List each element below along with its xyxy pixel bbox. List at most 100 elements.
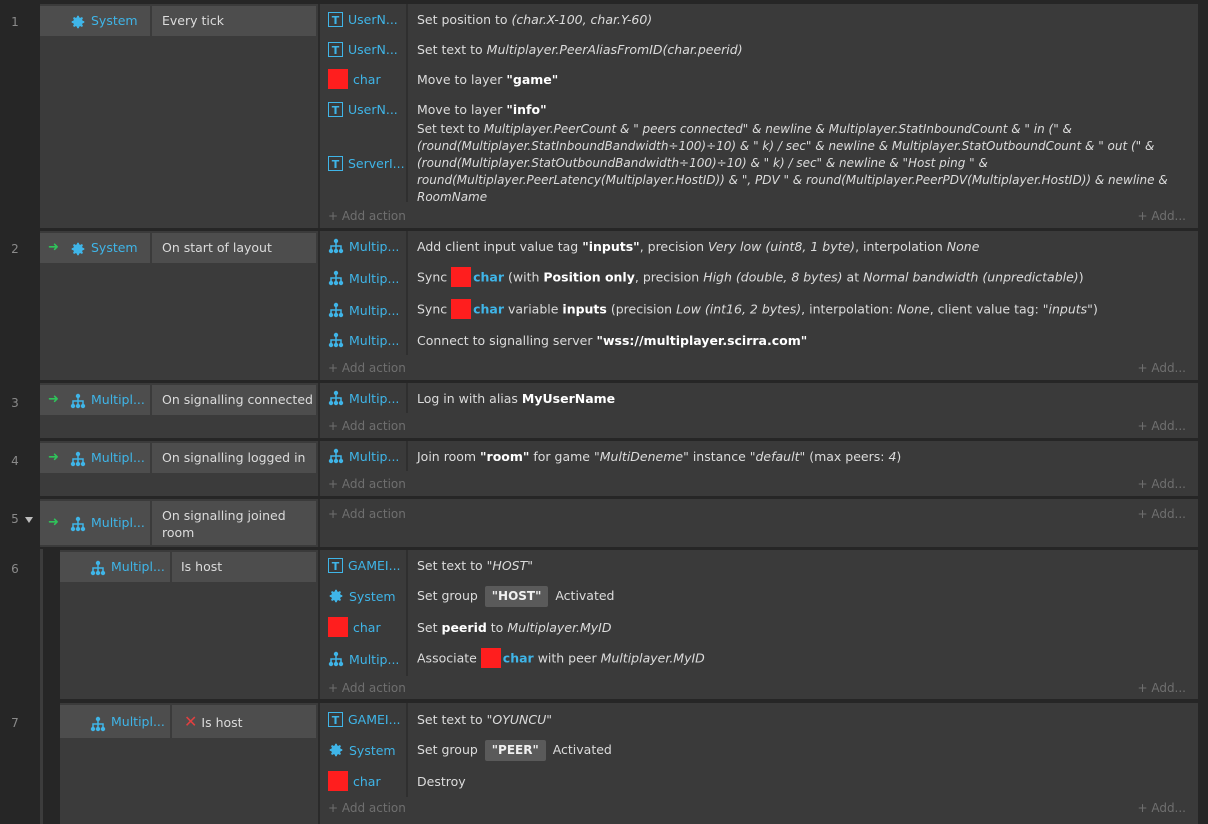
action-text: Sync char (with Position only, precision… bbox=[417, 261, 1188, 295]
action-row[interactable]: Multip... Sync char (with Position only,… bbox=[320, 261, 1198, 295]
gear-icon bbox=[328, 742, 344, 759]
action-object: T ServerI... bbox=[328, 124, 406, 202]
condition-object: Multipl... bbox=[70, 385, 150, 415]
network-icon bbox=[328, 448, 344, 465]
condition-text: On signalling logged in bbox=[162, 450, 306, 465]
add-more-button[interactable]: + Add... bbox=[1137, 361, 1186, 375]
condition-row[interactable]: Multipl... ✕ Is host bbox=[60, 705, 316, 738]
condition-text-line: On signalling joined bbox=[162, 508, 286, 523]
row-number: 6 bbox=[11, 562, 19, 576]
event-block-3[interactable]: ➜ Multipl... On signalling connected Mul… bbox=[40, 383, 1198, 438]
collapse-toggle-icon[interactable] bbox=[25, 517, 33, 523]
action-object: Multip... bbox=[328, 441, 406, 471]
divider bbox=[150, 385, 152, 415]
action-row[interactable]: T ServerI... Set text to Multiplayer.Peer… bbox=[320, 122, 1198, 204]
sprite-icon bbox=[328, 69, 348, 89]
divider bbox=[406, 64, 408, 94]
event-block-6[interactable]: Multipl... Is host T GAMEI... Set text to… bbox=[60, 550, 1198, 699]
add-action-button[interactable]: + Add action bbox=[328, 361, 406, 375]
add-more-button[interactable]: + Add... bbox=[1137, 681, 1186, 695]
action-text: Move to layer "info" bbox=[417, 101, 547, 117]
event-block-2[interactable]: ➜ System On start of layout Multip... Ad… bbox=[40, 231, 1198, 380]
trigger-arrow-icon: ➜ bbox=[48, 240, 59, 255]
add-more-button[interactable]: + Add... bbox=[1137, 209, 1186, 223]
action-row[interactable]: T UserN... Set position to (char.X-100, c… bbox=[320, 4, 1198, 34]
action-object: Multip... bbox=[328, 261, 406, 295]
action-row[interactable]: Multip... Connect to signalling server "… bbox=[320, 325, 1198, 355]
row-number: 3 bbox=[11, 396, 19, 410]
condition-object: System bbox=[70, 233, 150, 263]
divider bbox=[406, 383, 408, 413]
event-block-5[interactable]: ➜ Multipl... On signalling joined room +… bbox=[40, 499, 1198, 547]
action-row[interactable]: T UserN... Set text to Multiplayer.PeerAl… bbox=[320, 34, 1198, 64]
action-row[interactable]: T GAMEI... Set text to "HOST" bbox=[320, 550, 1198, 580]
divider bbox=[406, 94, 408, 124]
sprite-icon bbox=[328, 617, 348, 637]
action-row[interactable]: Multip... Join room "room" for game "Mul… bbox=[320, 441, 1198, 471]
text-object-icon: T bbox=[328, 711, 343, 727]
invert-x-icon: ✕ bbox=[184, 712, 198, 731]
action-row[interactable]: char Set peerid to Multiplayer.MyID bbox=[320, 612, 1198, 642]
action-object-label: UserN... bbox=[348, 101, 398, 117]
condition-object: Multipl... bbox=[70, 501, 150, 545]
condition-row[interactable]: Multipl... Is host bbox=[60, 552, 316, 582]
action-text: Add client input value tag "inputs", pre… bbox=[417, 238, 980, 254]
action-text: Sync char variable inputs (precision Low… bbox=[417, 295, 1188, 325]
add-more-button[interactable]: + Add... bbox=[1137, 507, 1186, 521]
add-more-button[interactable]: + Add... bbox=[1137, 419, 1186, 433]
action-row[interactable]: Multip... Sync char variable inputs (pre… bbox=[320, 295, 1198, 325]
action-list: Multip... Add client input value tag "in… bbox=[318, 231, 1198, 380]
text-object-icon: T bbox=[328, 11, 343, 27]
divider bbox=[406, 295, 408, 325]
action-text: Destroy bbox=[417, 773, 466, 789]
action-object-label: ServerI... bbox=[348, 155, 405, 171]
action-row[interactable]: T UserN... Move to layer "info" bbox=[320, 94, 1198, 124]
action-list: T UserN... Set position to (char.X-100, c… bbox=[318, 4, 1198, 228]
event-block-4[interactable]: ➜ Multipl... On signalling logged in Mul… bbox=[40, 441, 1198, 496]
condition-text: ✕ Is host bbox=[184, 705, 243, 738]
action-row[interactable]: System Set group "HOST" Activated bbox=[320, 580, 1198, 612]
gear-icon bbox=[328, 588, 344, 605]
action-row[interactable]: char Move to layer "game" bbox=[320, 64, 1198, 94]
add-action-button[interactable]: + Add action bbox=[328, 507, 406, 521]
add-action-button[interactable]: + Add action bbox=[328, 477, 406, 491]
network-icon bbox=[328, 302, 344, 319]
condition-row[interactable]: ➜ Multipl... On signalling joined room bbox=[40, 501, 316, 545]
condition-row[interactable]: System Every tick bbox=[40, 6, 316, 36]
action-object-label: char bbox=[353, 773, 381, 789]
action-row[interactable]: Multip... Log in with alias MyUserName bbox=[320, 383, 1198, 413]
condition-row[interactable]: ➜ Multipl... On signalling connected bbox=[40, 385, 316, 415]
trigger-arrow-icon: ➜ bbox=[48, 515, 59, 530]
add-action-button[interactable]: + Add action bbox=[328, 419, 406, 433]
action-object: char bbox=[328, 612, 406, 642]
action-list: Multip... Join room "room" for game "Mul… bbox=[318, 441, 1198, 496]
condition-object-label: Multipl... bbox=[111, 559, 165, 574]
add-action-button[interactable]: + Add action bbox=[328, 209, 406, 223]
action-row[interactable]: Multip... Add client input value tag "in… bbox=[320, 231, 1198, 261]
action-object: T GAMEI... bbox=[328, 703, 406, 735]
action-row[interactable]: T GAMEI... Set text to "OYUNCU" bbox=[320, 703, 1198, 735]
action-row[interactable]: System Set group "PEER" Activated bbox=[320, 735, 1198, 765]
action-row[interactable]: Multip... Associate char with peer Multi… bbox=[320, 642, 1198, 676]
action-object: System bbox=[328, 735, 406, 765]
action-object-label: char bbox=[353, 71, 381, 87]
divider bbox=[150, 233, 152, 263]
divider bbox=[406, 231, 408, 261]
action-text: Set text to "OYUNCU" bbox=[417, 711, 553, 727]
condition-row[interactable]: ➜ Multipl... On signalling logged in bbox=[40, 443, 316, 473]
divider bbox=[150, 443, 152, 473]
row-number: 4 bbox=[11, 454, 19, 468]
action-row[interactable]: char Destroy bbox=[320, 765, 1198, 797]
condition-text: On start of layout bbox=[162, 240, 272, 255]
condition-object: Multipl... bbox=[90, 705, 170, 738]
add-action-button[interactable]: + Add action bbox=[328, 681, 406, 695]
condition-row[interactable]: ➜ System On start of layout bbox=[40, 233, 316, 263]
sprite-icon bbox=[480, 648, 501, 668]
action-object: char bbox=[328, 64, 406, 94]
event-block-1[interactable]: System Every tick T UserN... Set position… bbox=[40, 4, 1198, 228]
add-more-button[interactable]: + Add... bbox=[1137, 801, 1186, 815]
action-text: Move to layer "game" bbox=[417, 71, 559, 87]
add-more-button[interactable]: + Add... bbox=[1137, 477, 1186, 491]
event-block-7[interactable]: Multipl... ✕ Is host T GAMEI... Set text … bbox=[60, 703, 1198, 824]
add-action-button[interactable]: + Add action bbox=[328, 801, 406, 815]
